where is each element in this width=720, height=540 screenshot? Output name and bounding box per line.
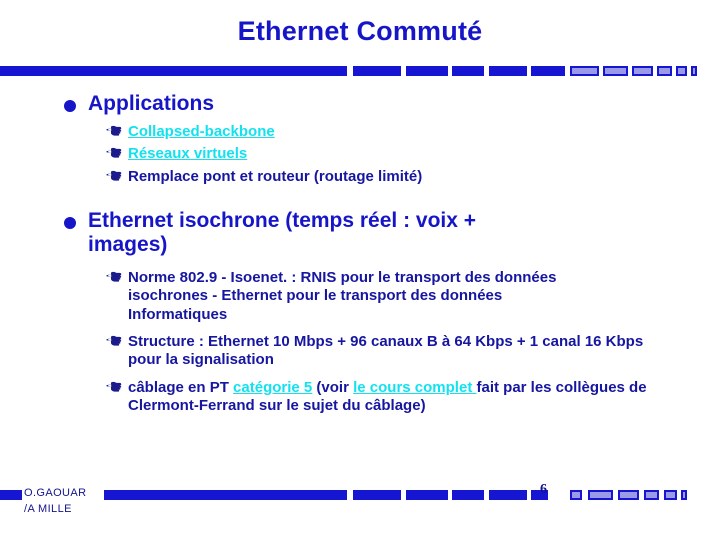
rule-segment <box>353 490 401 500</box>
rule-segment <box>489 490 527 500</box>
rule-segment <box>570 66 599 76</box>
list-item: Remplace pont et routeur (routage limité… <box>0 168 720 186</box>
pointing-hand-icon <box>106 333 122 348</box>
list-item[interactable]: Réseaux virtuels <box>0 145 720 163</box>
rule-segment <box>489 66 527 76</box>
link-categorie-5[interactable]: catégorie 5 <box>233 379 312 396</box>
bullet-heading-label: Ethernet isochrone (temps réel : voix + … <box>88 208 477 257</box>
filled-disc-icon <box>64 216 76 229</box>
bullet-heading: Ethernet isochrone (temps réel : voix + … <box>0 209 720 259</box>
rule-segment <box>452 66 484 76</box>
list-item-text-1: câblage en PT <box>128 378 234 396</box>
bullet-heading-label: Applications <box>88 92 215 115</box>
rule-segment <box>0 490 22 500</box>
slide-body: Applications Collapsed-backbone Réseaux … <box>0 92 720 415</box>
filled-disc-icon <box>64 100 76 112</box>
rule-segment <box>0 66 347 76</box>
list-item-label: Norme 802.9 - Isoenet. : RNIS pour le tr… <box>128 269 557 323</box>
rule-segment <box>664 490 677 500</box>
link-le-cours-complet[interactable]: le cours complet <box>353 379 476 396</box>
rule-segment <box>406 66 448 76</box>
rule-segment <box>588 490 613 500</box>
rule-segment <box>570 490 582 500</box>
top-decorative-rule <box>0 66 720 76</box>
footer-decorative-rule <box>0 490 720 500</box>
page-number: 6 <box>540 482 547 497</box>
footer-author: O.GAOUAR /A MILLE <box>24 487 87 515</box>
list-item: Norme 802.9 - Isoenet. : RNIS pour le tr… <box>0 269 720 324</box>
content-block: Ethernet isochrone (temps réel : voix + … <box>0 209 720 416</box>
rule-segment <box>353 66 401 76</box>
rule-segment <box>644 490 659 500</box>
list-item-label: Remplace pont et routeur (routage limité… <box>128 168 423 186</box>
bullet-heading: Applications <box>0 92 720 117</box>
rule-segment <box>531 66 565 76</box>
page-title: Ethernet Commuté <box>237 16 483 46</box>
content-block: Applications Collapsed-backbone Réseaux … <box>0 92 720 187</box>
list-item-text-2: (voir <box>312 378 354 396</box>
rule-segment <box>657 66 672 76</box>
list-item-label: Structure : Ethernet 10 Mbps + 96 canaux… <box>128 333 644 369</box>
list-item[interactable]: câblage en PT catégorie 5 (voir le cours… <box>0 379 720 416</box>
pointing-hand-icon <box>106 379 122 394</box>
list-item-label: Collapsed-backbone <box>128 123 275 140</box>
rule-segment <box>676 66 687 76</box>
list-item: Structure : Ethernet 10 Mbps + 96 canaux… <box>0 333 720 370</box>
rule-segment <box>632 66 653 76</box>
list-item-label: Réseaux virtuels <box>128 145 247 162</box>
rule-segment <box>618 490 639 500</box>
link-reseaux-virtuels[interactable]: Réseaux virtuels <box>128 145 247 162</box>
rule-segment <box>691 66 697 76</box>
pointing-hand-icon <box>106 168 122 183</box>
rule-segment <box>603 66 628 76</box>
pointing-hand-icon <box>106 123 122 138</box>
rule-segment <box>406 490 448 500</box>
pointing-hand-icon <box>106 145 122 160</box>
rule-segment <box>104 490 347 500</box>
rule-segment <box>681 490 687 500</box>
list-item[interactable]: Collapsed-backbone <box>0 123 720 141</box>
link-collapsed-backbone[interactable]: Collapsed-backbone <box>128 123 275 140</box>
rule-segment <box>452 490 484 500</box>
pointing-hand-icon <box>106 269 122 284</box>
